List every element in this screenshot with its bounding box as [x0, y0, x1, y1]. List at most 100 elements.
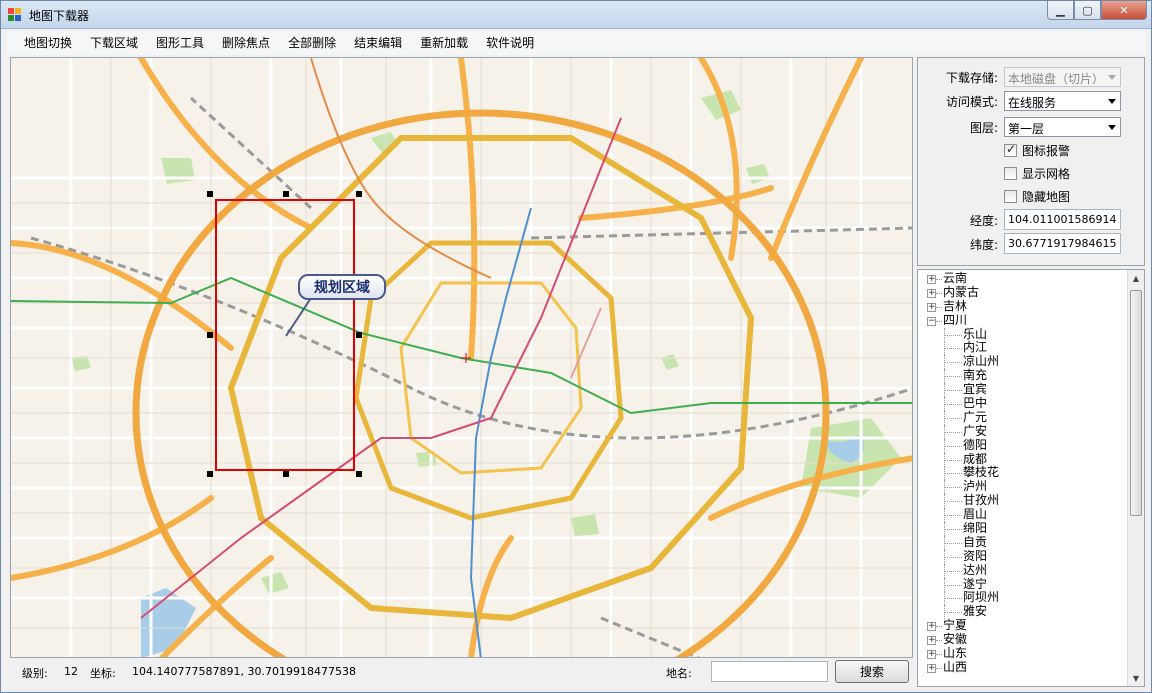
- expand-icon[interactable]: +: [927, 636, 936, 646]
- tree-child-node[interactable]: 绵阳: [918, 521, 1126, 537]
- metro-line-blue: [469, 207, 532, 657]
- window-title: 地图下载器: [29, 9, 90, 23]
- collapse-icon[interactable]: −: [927, 316, 936, 326]
- tree-node-label[interactable]: 攀枝花: [963, 466, 999, 480]
- tree-node[interactable]: + 吉林: [918, 299, 1126, 314]
- tree-child-node[interactable]: 遂宁: [918, 577, 1126, 592]
- tree-node-label[interactable]: 眉山: [963, 507, 987, 522]
- menu-shape-tools[interactable]: 图形工具: [147, 32, 213, 54]
- menu-map-switch[interactable]: 地图切换: [15, 32, 81, 54]
- show-grid-checkbox[interactable]: 显示网格: [1004, 165, 1070, 182]
- checkbox-checked-icon[interactable]: [1004, 142, 1017, 157]
- tree-node-label[interactable]: 内蒙古: [943, 285, 979, 300]
- tree-node-label[interactable]: 自贡: [963, 535, 987, 550]
- tree-node-label[interactable]: 广元: [963, 410, 987, 425]
- minimize-button[interactable]: ▁: [1047, 1, 1074, 20]
- place-label: 地名:: [666, 667, 692, 680]
- tree-node-label[interactable]: 山西: [943, 660, 967, 675]
- tree-node-label[interactable]: 广安: [963, 424, 987, 439]
- tree-node-label[interactable]: 绵阳: [963, 521, 987, 536]
- region-tree[interactable]: + 云南 + 内蒙古 + 吉林 − 四川 乐山 内江 凉山州 南充 宜宾 巴中 广元 广安 德阳 成都 攀枝花 泸州甘…: [917, 269, 1145, 687]
- chevron-down-icon: [1108, 75, 1116, 80]
- tree-child-node[interactable]: 南充: [918, 368, 1126, 384]
- tree-node[interactable]: + 内蒙古: [918, 285, 1126, 300]
- tree-node[interactable]: + 山东: [918, 646, 1126, 661]
- tree-node-label[interactable]: 乐山: [963, 327, 987, 342]
- tree-child-node[interactable]: 攀枝花: [918, 466, 1126, 481]
- expand-icon[interactable]: +: [927, 288, 936, 298]
- menu-about[interactable]: 软件说明: [477, 32, 543, 54]
- tree-node-label[interactable]: 山东: [943, 646, 967, 661]
- tree-child-node[interactable]: 阿坝州: [918, 591, 1126, 606]
- close-button[interactable]: ✕: [1101, 1, 1147, 20]
- scroll-up-icon[interactable]: ▲: [1128, 270, 1144, 286]
- download-area-rect[interactable]: [215, 199, 355, 471]
- level-label: 级别:: [22, 667, 48, 680]
- tree-child-node[interactable]: 达州: [918, 563, 1126, 578]
- expand-icon[interactable]: +: [927, 275, 936, 284]
- longitude-field[interactable]: 104.011001586914: [1004, 209, 1121, 230]
- expand-icon[interactable]: +: [927, 650, 936, 660]
- tree-node-label[interactable]: 吉林: [943, 299, 967, 314]
- checkbox-icon[interactable]: [1004, 190, 1017, 203]
- hide-map-checkbox[interactable]: 隐藏地图: [1004, 188, 1070, 205]
- menu-end-edit[interactable]: 结束编辑: [345, 32, 411, 54]
- coord-value: 104.140777587891, 30.7019918477538: [132, 665, 356, 678]
- layer-select[interactable]: 第一层: [1004, 117, 1121, 137]
- tree-child-node[interactable]: 泸州: [918, 479, 1126, 495]
- expand-icon[interactable]: +: [927, 663, 936, 673]
- menu-reload[interactable]: 重新加载: [411, 32, 477, 54]
- maximize-button[interactable]: ▢: [1074, 1, 1101, 20]
- tree-node[interactable]: − 四川: [918, 313, 1126, 328]
- place-search-input[interactable]: [711, 661, 828, 682]
- tree-node-label[interactable]: 四川: [943, 313, 967, 328]
- tree-child-node[interactable]: 广安: [918, 424, 1126, 439]
- scroll-thumb[interactable]: [1130, 290, 1142, 516]
- tree-child-node[interactable]: 宜宾: [918, 382, 1126, 398]
- tree-node-label[interactable]: 德阳: [963, 438, 987, 453]
- tree-node[interactable]: + 山西: [918, 660, 1126, 675]
- tree-node[interactable]: + 安徽: [918, 632, 1126, 647]
- icon-alarm-checkbox[interactable]: 图标报警: [1004, 142, 1070, 159]
- expand-icon[interactable]: +: [927, 622, 936, 632]
- chevron-down-icon: [1108, 99, 1116, 104]
- menu-delete-all[interactable]: 全部删除: [279, 32, 345, 54]
- expand-icon[interactable]: +: [927, 302, 936, 312]
- tree-child-node[interactable]: 资阳: [918, 549, 1126, 564]
- search-button[interactable]: 搜索: [835, 660, 909, 683]
- tree-child-node[interactable]: 广元: [918, 410, 1126, 425]
- menu-delete-focus[interactable]: 删除焦点: [213, 32, 279, 54]
- tree-node-label[interactable]: 甘孜州: [963, 493, 999, 508]
- menu-download-area[interactable]: 下载区域: [81, 32, 147, 54]
- settings-panel: 下载存储: 本地磁盘（切片） 访问模式: 在线服务 图层: 第一层 图标报警 显…: [917, 57, 1145, 266]
- tree-child-node[interactable]: 德阳: [918, 438, 1126, 453]
- tree-scrollbar[interactable]: ▲ ▼: [1127, 270, 1144, 686]
- longitude-label: 经度:: [969, 214, 998, 228]
- tree-child-node[interactable]: 巴中: [918, 396, 1126, 412]
- map-view[interactable]: 规划区域: [10, 57, 913, 658]
- scroll-down-icon[interactable]: ▼: [1128, 670, 1144, 686]
- tree-child-node[interactable]: 眉山: [918, 507, 1126, 523]
- tree-node-label[interactable]: 云南: [943, 271, 967, 286]
- tree-child-node[interactable]: 内江: [918, 341, 1126, 356]
- latitude-field[interactable]: 30.6771917984615: [1004, 233, 1121, 254]
- storage-select: 本地磁盘（切片）: [1004, 67, 1121, 87]
- tree-child-node[interactable]: 自贡: [918, 535, 1126, 550]
- tree-node-label[interactable]: 巴中: [963, 396, 987, 411]
- tree-child-node[interactable]: 乐山: [918, 327, 1126, 342]
- storage-label: 下载存储:: [945, 71, 998, 85]
- access-mode-select[interactable]: 在线服务: [1004, 91, 1121, 111]
- tree-child-node[interactable]: 成都: [918, 452, 1126, 467]
- tree-node-label[interactable]: 资阳: [963, 549, 987, 564]
- tree-node-label[interactable]: 宜宾: [963, 382, 987, 397]
- checkbox-icon[interactable]: [1004, 167, 1017, 180]
- coord-label: 坐标:: [90, 667, 116, 680]
- tree-child-node[interactable]: 凉山州: [918, 354, 1126, 370]
- tree-child-node[interactable]: 甘孜州: [918, 493, 1126, 509]
- app-icon: [8, 8, 22, 22]
- tree-node-label[interactable]: 达州: [963, 563, 987, 578]
- tree-node-label[interactable]: 遂宁: [963, 577, 987, 592]
- tree-node-label[interactable]: 泸州: [963, 479, 987, 494]
- tree-node-label[interactable]: 安徽: [943, 632, 967, 647]
- tree-node[interactable]: + 云南: [918, 271, 1126, 286]
